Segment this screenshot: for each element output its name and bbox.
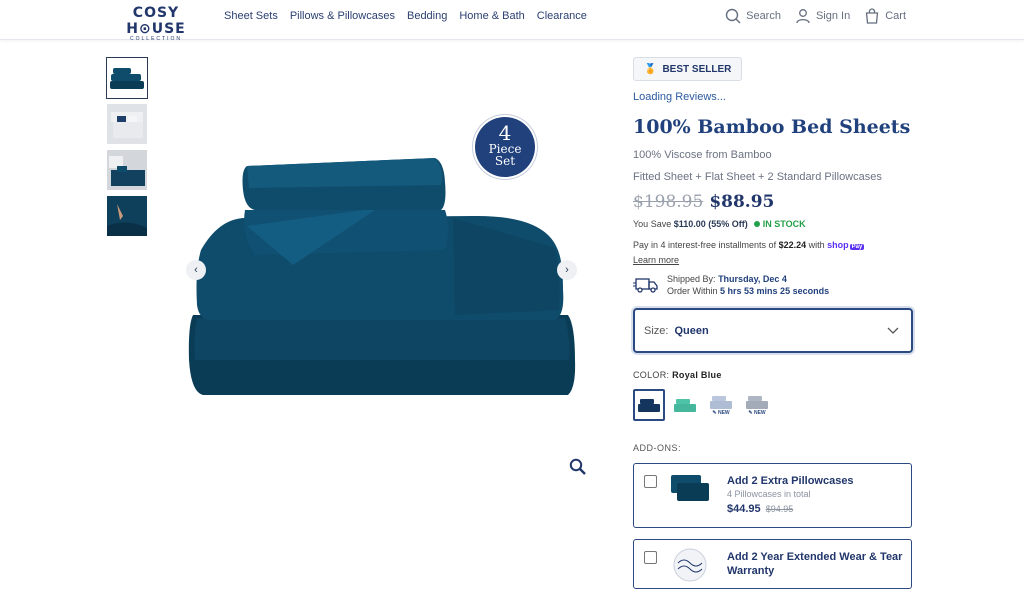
new-tag: ✎ NEW — [712, 410, 730, 416]
pillowcase-image — [671, 475, 709, 501]
nav-home-bath[interactable]: Home & Bath — [459, 10, 524, 22]
addon-pillowcases: Add 2 Extra Pillowcases 4 Pillowcases in… — [633, 463, 912, 528]
stock-label: IN STOCK — [762, 219, 806, 229]
site-header: COSY H⊙USE COLLECTION Sheet Sets Pillows… — [0, 0, 1024, 42]
addon-pillowcases-old-price: $94.95 — [765, 504, 794, 514]
delivery-truck-icon — [633, 278, 658, 293]
swatch-light-blue[interactable]: ✎ NEW — [705, 389, 737, 421]
addon-warranty-checkbox[interactable] — [644, 551, 657, 564]
size-value: Queen — [674, 324, 709, 337]
logo-text: COSY H⊙USE — [126, 5, 186, 37]
order-within-label: Order Within — [667, 286, 718, 296]
chevron-left-icon: ‹ — [194, 264, 198, 276]
swatch-seafoam[interactable] — [669, 389, 701, 421]
search-label: Search — [746, 10, 781, 22]
product-contents: Fitted Sheet + Flat Sheet + 2 Standard P… — [633, 171, 882, 183]
swatch-sheet-icon — [674, 399, 696, 412]
thumbnail-1[interactable] — [106, 57, 148, 99]
ship-label: Shipped By: — [667, 274, 716, 284]
installments-text: Pay in 4 interest-free installments of — [633, 240, 777, 250]
thumbnail-4[interactable] — [106, 195, 148, 237]
logo[interactable]: COSY H⊙USE COLLECTION — [106, 5, 206, 42]
color-label: COLOR: Royal Blue — [633, 370, 722, 380]
addon-pillowcases-subtitle: 4 Pillowcases in total — [727, 489, 811, 499]
zoom-icon[interactable] — [569, 458, 587, 476]
new-tag: ✎ NEW — [748, 410, 766, 416]
countdown: 5 hrs 53 mins 25 seconds — [720, 286, 830, 296]
addon-warranty: Add 2 Year Extended Wear & Tear Warranty — [633, 539, 912, 589]
nav-sheet-sets[interactable]: Sheet Sets — [224, 10, 278, 22]
sale-price: $88.95 — [709, 192, 775, 212]
savings-amount: $110.00 (55% Off) — [673, 219, 748, 229]
search-icon — [725, 8, 741, 24]
color-label-prefix: COLOR: — [633, 370, 670, 380]
price-block: $198.95 $88.95 — [633, 192, 774, 212]
fabric-closeup-thumbnail — [107, 196, 147, 236]
addons-label: ADD-ONS: — [633, 443, 682, 453]
size-select[interactable]: Size: Queen — [633, 308, 913, 353]
learn-more-link[interactable]: Learn more — [633, 255, 679, 265]
nav-pillows[interactable]: Pillows & Pillowcases — [290, 10, 395, 22]
stock-dot-icon — [753, 221, 760, 227]
size-label: Size: — [644, 324, 669, 337]
sheet-stack-thumbnail — [110, 68, 144, 89]
savings-row: You Save $110.00 (55% Off) IN STOCK — [633, 219, 806, 229]
header-actions: Search Sign In Cart — [725, 8, 906, 24]
swatch-sheet-icon — [710, 396, 732, 409]
installments-row: Pay in 4 interest-free installments of $… — [633, 240, 865, 250]
swatch-grey[interactable]: ✎ NEW — [741, 389, 773, 421]
best-seller-badge: 🏅 BEST SELLER — [633, 57, 743, 81]
bag-icon — [866, 8, 879, 24]
nav-bedding[interactable]: Bedding — [407, 10, 447, 22]
next-image-button[interactable]: › — [557, 260, 577, 280]
bed-scene-thumbnail — [107, 150, 147, 190]
cart-button[interactable]: Cart — [864, 8, 906, 24]
warranty-seal-image — [673, 548, 707, 582]
prev-image-button[interactable]: ‹ — [186, 260, 206, 280]
color-value: Royal Blue — [672, 370, 722, 380]
logo-subtext: COLLECTION — [130, 36, 182, 42]
sign-in-button[interactable]: Sign In — [795, 8, 850, 24]
addon-warranty-title-line-2: Warranty — [727, 565, 775, 577]
badge-number: 4 — [498, 121, 512, 145]
best-seller-label: BEST SELLER — [662, 63, 732, 75]
original-price: $198.95 — [633, 192, 704, 212]
chevron-right-icon: › — [565, 264, 569, 276]
addon-pillowcases-checkbox[interactable] — [644, 475, 657, 488]
trophy-icon: 🏅 — [644, 63, 657, 75]
swatch-sheet-icon — [746, 396, 768, 409]
thumbnail-2[interactable] — [106, 103, 148, 145]
stock-status: IN STOCK — [753, 219, 806, 229]
cart-label: Cart — [885, 10, 906, 22]
addon-warranty-title-line-1: Add 2 Year Extended Wear & Tear — [727, 551, 903, 563]
swatch-sheet-icon — [638, 399, 660, 412]
search-button[interactable]: Search — [725, 8, 781, 24]
addon-pillowcases-price: $44.95 $94.95 — [727, 503, 854, 515]
shop-pay-word: shop — [827, 240, 849, 250]
nav-clearance[interactable]: Clearance — [537, 10, 587, 22]
swatch-royal-blue[interactable] — [633, 389, 665, 421]
reviews-link[interactable]: Loading Reviews... — [633, 91, 726, 103]
ship-date: Thursday, Dec 4 — [718, 274, 787, 284]
shop-pay-tag: Pay — [849, 244, 865, 250]
savings-prefix: You Save — [633, 219, 672, 229]
addon-pillowcases-sale-price: $44.95 — [727, 503, 761, 515]
color-swatches: ✎ NEW ✎ NEW — [633, 389, 773, 421]
addon-pillowcases-title: Add 2 Extra Pillowcases — [727, 475, 854, 487]
installment-amount: $22.24 — [778, 240, 807, 250]
shop-pay-logo: shop Pay — [827, 240, 865, 250]
product-subtitle: 100% Viscose from Bamboo — [633, 149, 772, 161]
sign-in-label: Sign In — [815, 10, 851, 22]
four-piece-set-badge: 4 Piece Set — [475, 117, 535, 177]
shipping-info: Shipped By: Thursday, Dec 4 Order Within… — [633, 273, 829, 297]
thumbnail-list — [106, 57, 148, 241]
installments-with: with — [808, 240, 825, 250]
bedroom-thumbnail — [107, 104, 147, 144]
product-title: 100% Bamboo Bed Sheets — [633, 116, 911, 138]
chevron-down-icon — [887, 327, 899, 334]
user-icon — [796, 9, 810, 24]
thumbnail-3[interactable] — [106, 149, 148, 191]
main-nav: Sheet Sets Pillows & Pillowcases Bedding… — [224, 10, 587, 22]
badge-line-2: Set — [494, 154, 516, 168]
